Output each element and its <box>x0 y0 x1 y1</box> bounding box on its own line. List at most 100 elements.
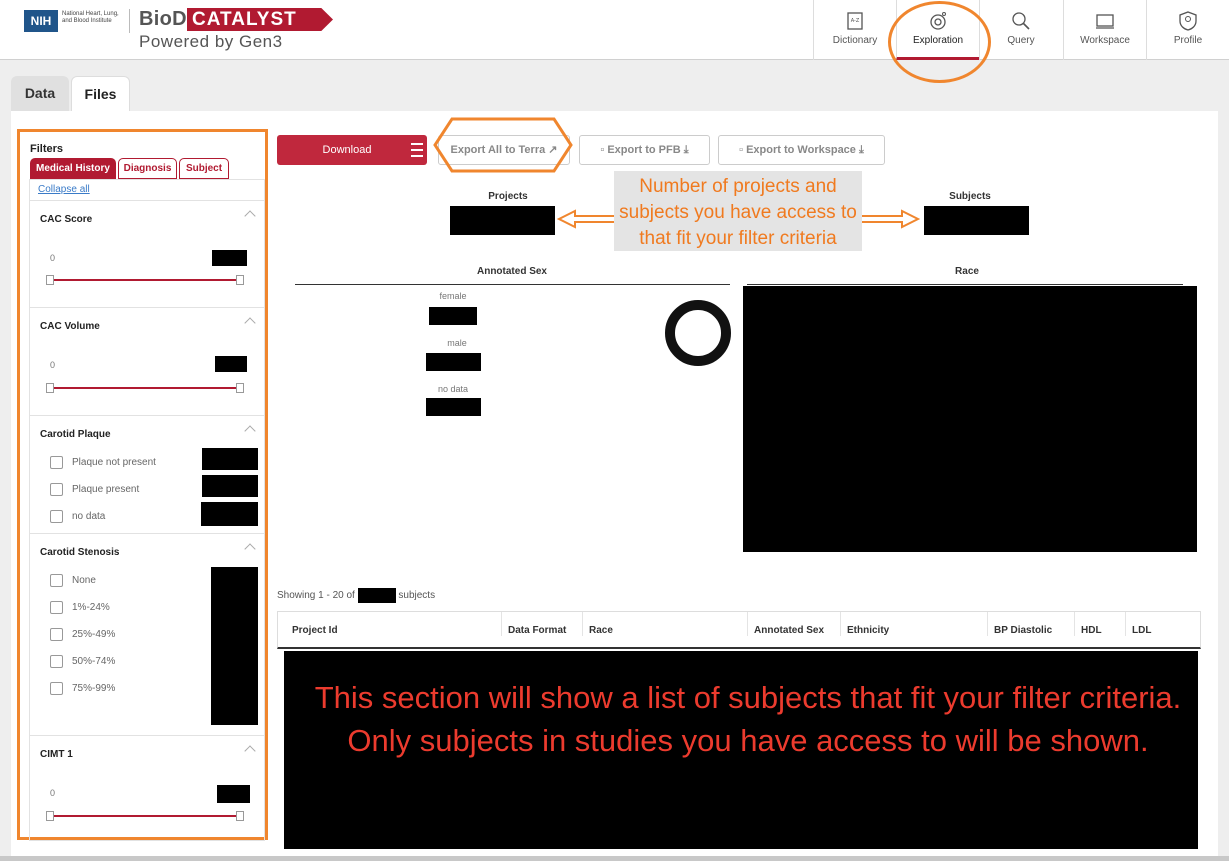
redacted-bar-no-data <box>426 398 481 416</box>
option-label: no data <box>72 511 106 523</box>
table-annotation-message: This section will show a list of subject… <box>314 680 1182 758</box>
filter-tab-medical-history[interactable]: Medical History <box>30 158 116 179</box>
nav-profile[interactable]: Profile <box>1146 0 1229 60</box>
nav-query[interactable]: Query <box>979 0 1062 60</box>
range-min-label: 0 <box>50 253 56 263</box>
chart-divider <box>747 284 1183 285</box>
column-bp-diastolic[interactable]: BP Diastolic <box>987 612 1052 636</box>
range-handle-min[interactable] <box>46 383 54 393</box>
range-slider-track[interactable] <box>50 815 244 817</box>
column-race[interactable]: Race <box>582 612 613 636</box>
nav-workspace[interactable]: Workspace <box>1063 0 1146 60</box>
chevron-up-icon[interactable] <box>244 745 256 757</box>
checkbox[interactable] <box>50 483 63 496</box>
redacted-max-value <box>215 356 247 372</box>
export-terra-button[interactable]: Export All to Terra ↗ <box>438 135 570 165</box>
redacted-bar-male <box>426 353 481 371</box>
range-slider-track[interactable] <box>50 387 244 389</box>
checkbox-option[interactable]: Plaque present <box>50 483 139 497</box>
redacted-bar-female <box>429 307 477 325</box>
column-data-format[interactable]: Data Format <box>501 612 566 636</box>
checkbox[interactable] <box>50 628 63 641</box>
checkbox[interactable] <box>50 456 63 469</box>
range-handle-max[interactable] <box>236 275 244 285</box>
range-slider-track[interactable] <box>50 279 244 281</box>
checkbox[interactable] <box>50 601 63 614</box>
logo-divider <box>129 9 130 33</box>
checkbox-option[interactable]: 75%-99% <box>50 682 115 696</box>
checkbox[interactable] <box>50 682 63 695</box>
horizontal-scrollbar[interactable] <box>0 856 1229 861</box>
charts-panel: Annotated Sex female male no data Race <box>277 251 1201 571</box>
filter-carotid-stenosis: Carotid Stenosis None 1%-24% 25%-49% 50%… <box>30 533 264 735</box>
filter-title: CIMT 1 <box>40 749 73 760</box>
nih-logo[interactable]: NIH <box>24 10 58 32</box>
option-label: Plaque not present <box>72 457 156 469</box>
export-pfb-label: Export to PFB <box>607 144 681 156</box>
option-label: 1%-24% <box>72 602 110 614</box>
range-min-label: 0 <box>50 360 56 370</box>
filter-tab-diagnosis[interactable]: Diagnosis <box>118 158 177 179</box>
filter-title: CAC Score <box>40 214 93 225</box>
checkbox-option[interactable]: 25%-49% <box>50 628 115 642</box>
nav-query-label: Query <box>1007 35 1035 46</box>
chevron-up-icon[interactable] <box>244 543 256 555</box>
range-handle-max[interactable] <box>236 811 244 821</box>
checkbox[interactable] <box>50 510 63 523</box>
tab-data[interactable]: Data <box>11 76 69 111</box>
bar-label-male: male <box>447 338 467 348</box>
export-workspace-button[interactable]: ▫ Export to Workspace ⤓ <box>718 135 885 165</box>
column-ldl[interactable]: LDL <box>1125 612 1151 636</box>
bar-label-female: female <box>439 291 467 301</box>
menu-icon[interactable] <box>411 143 423 157</box>
chevron-up-icon[interactable] <box>244 210 256 222</box>
table-header: Project Id Data Format Race Annotated Se… <box>277 611 1201 649</box>
range-handle-min[interactable] <box>46 275 54 285</box>
nav-dictionary[interactable]: A-Z Dictionary <box>813 0 896 60</box>
brand-catalyst[interactable]: CATALYST <box>187 8 333 31</box>
redacted-max-value <box>212 250 247 266</box>
filter-cac-volume: CAC Volume 0 <box>30 307 264 415</box>
donut-chart <box>665 300 731 366</box>
bar-label-no-data: no data <box>437 384 469 394</box>
export-pfb-button[interactable]: ▫ Export to PFB ⤓ <box>579 135 710 165</box>
filter-panel: Filters Medical History Diagnosis Subjec… <box>17 129 268 841</box>
range-handle-min[interactable] <box>46 811 54 821</box>
filters-title: Filters <box>30 143 64 155</box>
checkbox[interactable] <box>50 655 63 668</box>
filter-tab-subject[interactable]: Subject <box>179 158 229 179</box>
column-project-id[interactable]: Project Id <box>286 612 338 636</box>
column-hdl[interactable]: HDL <box>1074 612 1102 636</box>
tab-files[interactable]: Files <box>71 76 130 111</box>
chevron-up-icon[interactable] <box>244 425 256 437</box>
brand-subtitle: Powered by Gen3 <box>139 32 283 51</box>
app-header: NIH National Heart, Lung, and Blood Inst… <box>0 0 1229 60</box>
nih-institute-name: National Heart, Lung, and Blood Institut… <box>62 11 119 24</box>
range-handle-max[interactable] <box>236 383 244 393</box>
checkbox[interactable] <box>50 574 63 587</box>
download-button[interactable]: Download <box>277 135 427 165</box>
option-label: Plaque present <box>72 484 140 496</box>
chevron-up-icon[interactable] <box>244 317 256 329</box>
profile-icon <box>1179 11 1197 31</box>
checkbox-option[interactable]: Plaque not present <box>50 456 156 470</box>
filter-carotid-plaque: Carotid Plaque Plaque not present Plaque… <box>30 415 264 533</box>
checkbox-option[interactable]: None <box>50 574 96 588</box>
checkbox-option[interactable]: 1%-24% <box>50 601 110 615</box>
column-annotated-sex[interactable]: Annotated Sex <box>747 612 824 636</box>
showing-prefix: Showing 1 - 20 of <box>277 590 355 602</box>
dictionary-icon: A-Z <box>847 12 863 30</box>
nav-exploration-label: Exploration <box>912 35 964 46</box>
exploration-icon <box>930 12 946 30</box>
external-link-icon: ↗ <box>548 144 558 156</box>
nav-exploration[interactable]: Exploration <box>896 0 979 60</box>
column-ethnicity[interactable]: Ethnicity <box>840 612 889 636</box>
redacted-counts <box>211 567 258 725</box>
filter-list: Collapse all CAC Score 0 CAC Volume 0 Ca… <box>29 179 265 841</box>
workspace-icon <box>1096 14 1114 29</box>
collapse-all-link[interactable]: Collapse all <box>38 184 90 195</box>
checkbox-option[interactable]: no data <box>50 510 105 524</box>
checkbox-option[interactable]: 50%-74% <box>50 655 115 669</box>
nav-workspace-label: Workspace <box>1080 35 1130 46</box>
svg-text:A-Z: A-Z <box>851 18 860 24</box>
